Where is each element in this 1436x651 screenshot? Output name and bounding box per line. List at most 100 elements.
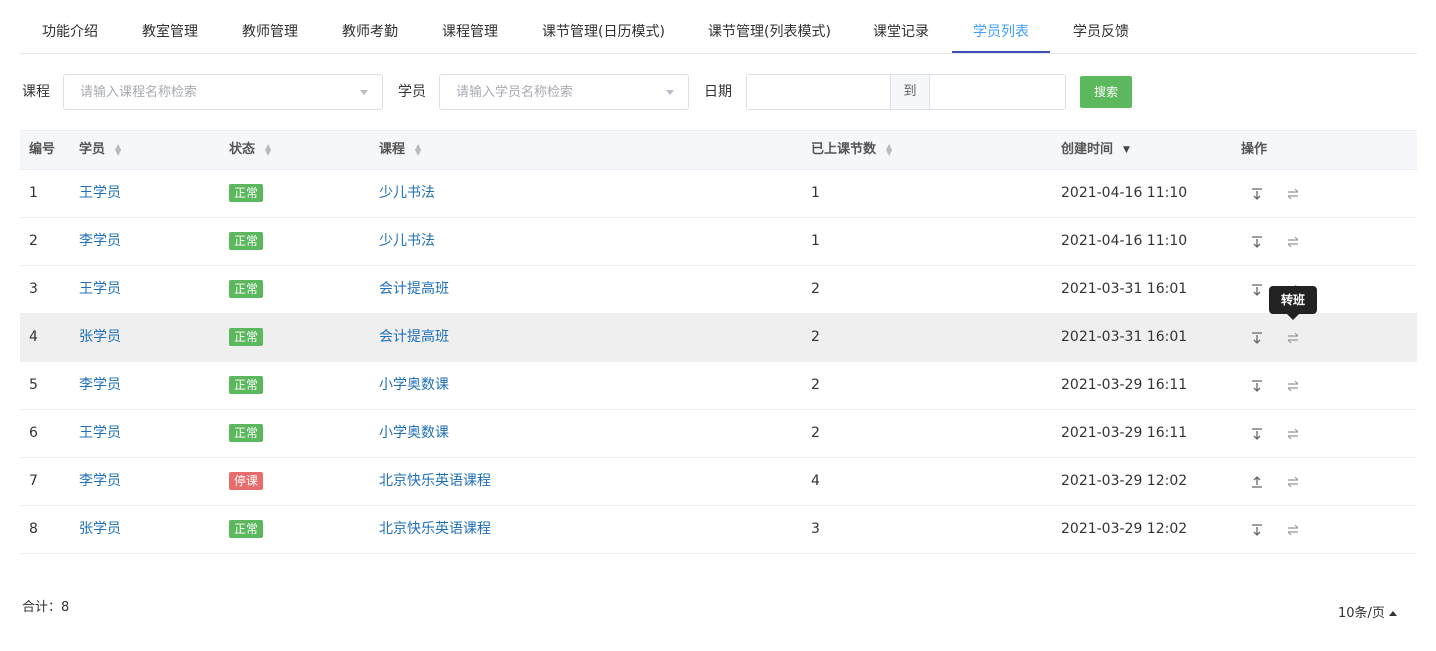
course-link[interactable]: 北京快乐英语课程 [379,458,491,505]
transfer-class-icon[interactable] [1285,474,1301,490]
student-link[interactable]: 李学员 [79,458,121,505]
suspend-class-icon[interactable] [1249,234,1265,250]
course-filter-label: 课程 [22,84,50,100]
tab-lessons-calendar[interactable]: 课节管理(日历模式) [542,10,665,54]
start-date-input[interactable] [747,75,890,109]
course-select[interactable] [63,74,383,110]
lessons-count: 2 [811,377,820,393]
student-table: 编号 学员 ▲ ▼ 状态 ▲ ▼ 课程 ▲ ▼ 已上课节数 ▲ ▼ 创建时间 ▼ 操作 1 王学员正… [20,130,1417,554]
row-id: 7 [29,473,38,489]
table-row: 2 李学员 正常 少儿书法 1 2021-04-16 11:10 [20,218,1417,266]
search-button[interactable]: 搜索 [1080,76,1132,108]
end-date-input[interactable] [930,75,1064,109]
student-link[interactable]: 王学员 [79,410,121,457]
page-size-select[interactable]: 10条/页 [1338,602,1397,621]
suspend-class-icon[interactable] [1249,378,1265,394]
course-search-input[interactable] [64,75,382,109]
tab-teacher-attendance[interactable]: 教师考勤 [342,10,398,54]
row-id: 5 [29,377,38,393]
created-time: 2021-03-29 12:02 [1061,521,1188,537]
student-link[interactable]: 李学员 [79,218,121,265]
status-badge: 正常 [229,376,264,394]
status-cell: 停课 [229,458,264,505]
suspend-class-icon[interactable] [1249,330,1265,346]
created-time: 2021-03-29 16:11 [1061,425,1188,441]
sort-icon[interactable]: ▲ ▼ [265,142,271,156]
student-link[interactable]: 王学员 [79,266,121,313]
transfer-class-icon[interactable] [1285,378,1301,394]
date-range-picker: 到 [746,74,1066,110]
table-row: 3 王学员 正常 会计提高班 2 2021-03-31 16:01 [20,266,1417,314]
row-id: 2 [29,233,38,249]
table-row: 5 李学员 正常 小学奥数课 2 2021-03-29 16:11 [20,362,1417,410]
tab-lessons-list[interactable]: 课节管理(列表模式) [708,10,831,54]
page-size-label: 10条/页 [1338,606,1385,621]
col-header-lessons[interactable]: 已上课节数 ▲ ▼ [811,131,892,169]
lessons-count: 1 [811,185,820,201]
resume-class-icon[interactable] [1249,474,1265,490]
student-link[interactable]: 王学员 [79,170,121,217]
course-link[interactable]: 少儿书法 [379,170,435,217]
transfer-class-icon[interactable] [1285,330,1301,346]
student-search-input[interactable] [440,75,688,109]
col-header-status[interactable]: 状态 ▲ ▼ [229,131,271,169]
suspend-class-icon[interactable] [1249,426,1265,442]
course-link[interactable]: 会计提高班 [379,314,449,361]
tab-courses[interactable]: 课程管理 [442,10,498,54]
row-id: 3 [29,281,38,297]
status-badge: 正常 [229,424,264,442]
tab-student-feedback[interactable]: 学员反馈 [1073,10,1129,54]
student-link[interactable]: 张学员 [79,314,121,361]
status-cell: 正常 [229,314,264,361]
suspend-class-icon[interactable] [1249,282,1265,298]
row-id: 8 [29,521,38,537]
table-row: 8 张学员 正常 北京快乐英语课程 3 2021-03-29 12:02 [20,506,1417,554]
table-row: 1 王学员 正常 少儿书法 1 2021-04-16 11:10 [20,170,1417,218]
transfer-class-icon[interactable] [1285,186,1301,202]
tab-bar: 功能介绍 教室管理 教师管理 教师考勤 课程管理 课节管理(日历模式) 课节管理… [20,10,1417,54]
date-filter-label: 日期 [704,84,732,100]
course-link[interactable]: 北京快乐英语课程 [379,506,491,553]
transfer-class-icon[interactable] [1285,426,1301,442]
course-link[interactable]: 小学奥数课 [379,410,449,457]
lessons-count: 2 [811,329,820,345]
lessons-count: 1 [811,233,820,249]
student-link[interactable]: 张学员 [79,506,121,553]
lessons-count: 4 [811,473,820,489]
course-link[interactable]: 会计提高班 [379,266,449,313]
sort-icon[interactable]: ▲ ▼ [115,142,121,156]
suspend-class-icon[interactable] [1249,186,1265,202]
status-badge: 正常 [229,328,264,346]
col-header-course[interactable]: 课程 ▲ ▼ [379,131,421,169]
caret-up-icon [1388,611,1397,616]
suspend-class-icon[interactable] [1249,522,1265,538]
status-cell: 正常 [229,506,264,553]
course-link[interactable]: 小学奥数课 [379,362,449,409]
transfer-class-icon[interactable] [1285,522,1301,538]
col-header-student[interactable]: 学员 ▲ ▼ [79,131,121,169]
created-time: 2021-03-29 12:02 [1061,473,1188,489]
tab-features[interactable]: 功能介绍 [42,10,98,54]
chevron-down-icon [360,90,368,95]
created-time: 2021-04-16 11:10 [1061,185,1188,201]
table-body: 1 王学员 正常 少儿书法 1 2021-04-16 11:10 2 李学员 正常 少儿书法 1 20… [20,170,1417,554]
tab-student-list[interactable]: 学员列表 [973,10,1029,54]
created-time: 2021-03-31 16:01 [1061,329,1188,345]
course-link[interactable]: 少儿书法 [379,218,435,265]
tab-teachers[interactable]: 教师管理 [242,10,298,54]
status-cell: 正常 [229,266,264,313]
status-badge: 停课 [229,472,264,490]
tab-classrooms[interactable]: 教室管理 [142,10,198,54]
student-select[interactable] [439,74,689,110]
sort-icon[interactable]: ▲ ▼ [415,142,421,156]
transfer-class-icon[interactable] [1285,234,1301,250]
row-id: 4 [29,329,38,345]
col-header-created[interactable]: 创建时间 ▼ [1061,131,1130,169]
filter-bar: 课程 学员 日期 到 搜索 [20,74,1417,110]
tab-class-records[interactable]: 课堂记录 [873,10,929,54]
sort-icon[interactable]: ▲ ▼ [886,142,892,156]
table-row: 6 王学员 正常 小学奥数课 2 2021-03-29 16:11 [20,410,1417,458]
sort-desc-icon[interactable]: ▼ [1123,145,1130,154]
student-link[interactable]: 李学员 [79,362,121,409]
table-row: 7 李学员 停课 北京快乐英语课程 4 2021-03-29 12:02 [20,458,1417,506]
